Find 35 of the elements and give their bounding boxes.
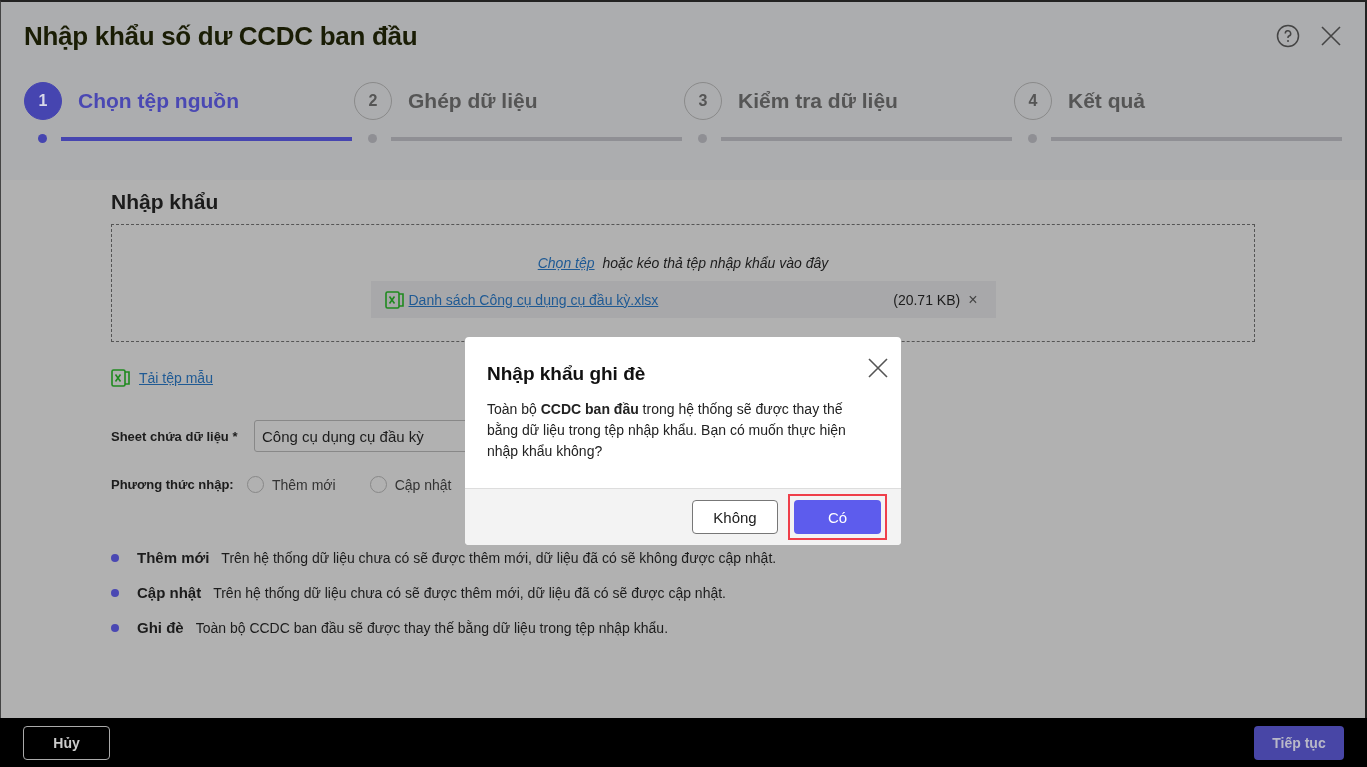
note-text: Toàn bộ CCDC ban đầu sẽ được thay thế bằng dữ liệu trong tệp nhập khẩu.: [195, 619, 668, 636]
note-term: Ghi đè: [137, 619, 184, 636]
bullet-icon: [111, 623, 119, 632]
radio-option[interactable]: Cập nhật: [369, 476, 452, 493]
bullet-icon: [111, 553, 119, 562]
field-label: Sheet chứa dữ liệu *: [111, 428, 239, 444]
remove-file-button[interactable]: ×: [964, 290, 982, 309]
step-tab[interactable]: 3 Kiểm tra dữ liệu: [684, 68, 1014, 143]
radio-option[interactable]: Thêm mới: [247, 476, 336, 493]
spreadsheet-icon: [384, 289, 405, 310]
dialog-title: Nhập khẩu ghi đè: [487, 362, 646, 385]
close-icon[interactable]: [1320, 25, 1342, 47]
bullet-icon: [111, 588, 119, 597]
step-tab[interactable]: 2 Ghép dữ liệu: [354, 68, 684, 143]
next-button[interactable]: Tiếp tục: [1254, 725, 1344, 760]
help-icon[interactable]: [1276, 24, 1300, 48]
section-heading: Nhập khẩu: [111, 190, 220, 214]
cancel-button[interactable]: Hủy: [23, 725, 110, 760]
note-term: Thêm mới: [137, 549, 210, 566]
note-text: Trên hệ thống dữ liệu chưa có sẽ được thêm mới, dữ liệu đã có sẽ được cập nhật.: [213, 584, 726, 601]
decline-button[interactable]: Không: [692, 500, 778, 534]
template-link[interactable]: Tải tệp mẫu: [139, 370, 213, 386]
file-size: (20.71 KB): [893, 291, 961, 308]
field-label: Phương thức nhập:: [111, 477, 235, 492]
spreadsheet-icon: [111, 368, 131, 388]
window-title: Nhập khẩu số dư CCDC ban đầu: [24, 20, 419, 52]
choose-file-link[interactable]: Chọn tệp: [537, 255, 595, 271]
note-text: Trên hệ thống dữ liệu chưa có sẽ được thêm mới, dữ liệu đã có sẽ không được cập nhật.: [221, 549, 777, 566]
file-link[interactable]: Danh sách Công cụ dụng cụ đầu kỳ.xlsx: [408, 291, 659, 308]
note-term: Cập nhật: [137, 584, 202, 601]
close-icon[interactable]: [868, 358, 888, 378]
drop-hint: hoặc kéo thả tệp nhập khẩu vào đây: [602, 255, 829, 271]
step-tab[interactable]: 4 Kết quả: [1014, 68, 1344, 143]
step-tab[interactable]: 1 Chọn tệp nguồn: [24, 68, 354, 143]
confirm-button[interactable]: Có: [794, 500, 881, 534]
